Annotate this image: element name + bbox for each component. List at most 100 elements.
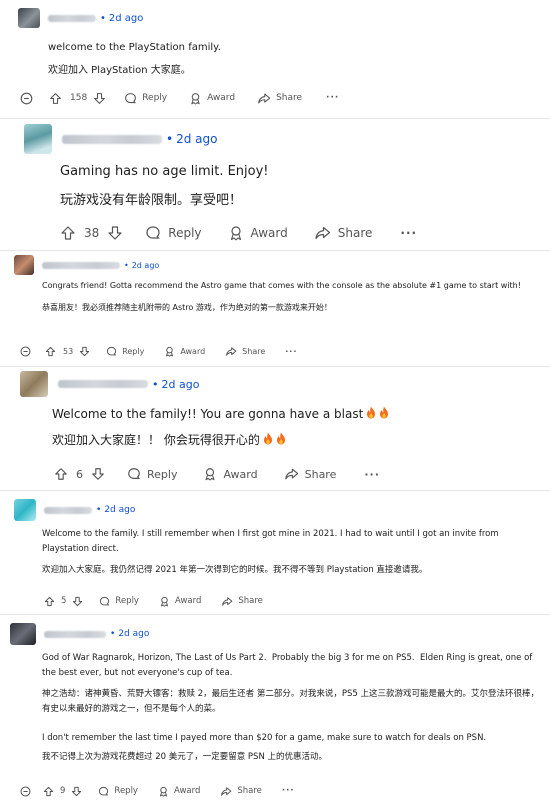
- upvote-button[interactable]: [49, 92, 62, 105]
- award-label: Award: [250, 226, 288, 240]
- comment-text: 神之浩劫：诸神黄昏、荒野大镖客：救赎 2，最后生还者 第二部分。对我来说，PS5…: [42, 689, 539, 714]
- avatar[interactable]: [24, 124, 52, 154]
- more-options-button[interactable]: ···: [282, 786, 295, 796]
- username[interactable]: [58, 380, 148, 388]
- share-icon: [284, 468, 298, 480]
- reply-button[interactable]: Reply: [99, 596, 139, 607]
- downvote-icon: [108, 226, 122, 240]
- fire-emoji-icon: [380, 406, 389, 419]
- award-icon: [159, 786, 168, 797]
- avatar[interactable]: [14, 499, 36, 521]
- comment-text: Welcome to the family. I still remember …: [42, 529, 502, 554]
- reply-label: Reply: [122, 346, 145, 356]
- share-icon: [222, 596, 233, 606]
- collapse-button[interactable]: [20, 346, 31, 357]
- reply-label: Reply: [142, 93, 168, 103]
- collapse-button[interactable]: [20, 786, 31, 797]
- award-button[interactable]: Award: [189, 92, 235, 105]
- upvote-button[interactable]: [44, 596, 55, 607]
- avatar[interactable]: [20, 371, 48, 397]
- comment-text: Welcome to the family!! You are gonna ha…: [52, 407, 364, 421]
- vote-count: 9: [60, 786, 66, 796]
- award-label: Award: [223, 467, 258, 481]
- share-button[interactable]: Share: [314, 225, 372, 241]
- reply-button[interactable]: Reply: [106, 346, 144, 357]
- award-button[interactable]: Award: [158, 786, 200, 797]
- comment: • 2d ago welcome to the PlayStation famil…: [0, 0, 550, 118]
- share-button[interactable]: Share: [221, 596, 263, 607]
- share-icon: [221, 786, 232, 796]
- reply-label: Reply: [168, 226, 202, 240]
- share-button[interactable]: Share: [220, 786, 262, 797]
- upvote-button[interactable]: [54, 467, 68, 481]
- more-options-button[interactable]: ···: [400, 226, 417, 240]
- reply-button[interactable]: Reply: [98, 786, 138, 797]
- fire-emoji-icon: [263, 432, 272, 445]
- avatar[interactable]: [18, 8, 40, 28]
- award-button[interactable]: Award: [164, 346, 205, 357]
- downvote-icon: [94, 92, 106, 104]
- award-icon: [191, 92, 200, 105]
- comment: • 2d ago Welcome to the family!! You are …: [0, 366, 550, 490]
- downvote-button[interactable]: [79, 346, 90, 357]
- comment-actions: 158 Reply Award Share ···: [20, 88, 339, 108]
- reply-button[interactable]: Reply: [127, 467, 177, 481]
- more-options-button[interactable]: ···: [326, 93, 339, 103]
- upvote-button[interactable]: [43, 786, 54, 797]
- share-icon: [258, 93, 271, 103]
- downvote-button[interactable]: [71, 786, 82, 797]
- comment-header: • 2d ago: [24, 123, 217, 155]
- more-options-button[interactable]: ···: [285, 347, 297, 356]
- downvote-icon: [80, 346, 90, 356]
- comment-bubble-icon: [125, 92, 137, 103]
- downvote-button[interactable]: [107, 225, 123, 241]
- upvote-button[interactable]: [45, 346, 56, 357]
- comment-text: I don't remember the last time I payed m…: [42, 733, 487, 743]
- comment-text: God of War Ragnarok, Horizon, The Last o…: [42, 653, 535, 678]
- upvote-icon: [50, 92, 61, 104]
- award-label: Award: [174, 596, 202, 606]
- upvote-button[interactable]: [60, 225, 76, 241]
- downvote-icon: [92, 468, 104, 480]
- upvote-icon: [55, 468, 67, 480]
- award-icon: [160, 596, 169, 607]
- reply-button[interactable]: Reply: [145, 225, 202, 241]
- share-button[interactable]: Share: [284, 467, 336, 481]
- vote-count: 38: [84, 226, 100, 240]
- share-button[interactable]: Share: [225, 346, 265, 357]
- downvote-icon: [72, 786, 82, 796]
- award-label: Award: [207, 93, 236, 103]
- share-label: Share: [237, 786, 262, 796]
- award-button[interactable]: Award: [159, 596, 201, 607]
- collapse-button[interactable]: [20, 92, 33, 105]
- more-options-button[interactable]: ···: [364, 468, 380, 481]
- comment-header: • 2d ago: [18, 8, 143, 28]
- comment: • 2d ago God of War Ragnarok, Horizon, Th…: [0, 614, 550, 801]
- downvote-button[interactable]: [72, 596, 83, 607]
- downvote-button[interactable]: [91, 467, 105, 481]
- comment-actions: 53 Reply Award Share ···: [20, 343, 297, 359]
- timestamp: 2d ago: [176, 132, 218, 146]
- vote-count: 6: [76, 467, 83, 481]
- award-button[interactable]: Award: [203, 467, 258, 481]
- username[interactable]: [62, 134, 162, 144]
- comment-body: Welcome to the family!! You are gonna ha…: [52, 401, 532, 453]
- comment: • 2d ago Gaming has no age limit. Enjoy! …: [0, 118, 550, 250]
- downvote-button[interactable]: [93, 92, 106, 105]
- award-button[interactable]: Award: [228, 225, 288, 241]
- username[interactable]: [44, 506, 92, 514]
- username[interactable]: [48, 14, 96, 22]
- vote-count: 5: [61, 596, 67, 606]
- timestamp: 2d ago: [131, 260, 160, 270]
- reply-button[interactable]: Reply: [124, 92, 167, 105]
- share-button[interactable]: Share: [257, 92, 302, 105]
- username[interactable]: [44, 630, 106, 638]
- comment-bubble-icon: [99, 786, 109, 795]
- avatar[interactable]: [14, 255, 34, 275]
- award-label: Award: [173, 786, 201, 796]
- comment-text: 欢迎加入 PlayStation 大家庭。: [48, 65, 191, 76]
- timestamp: 2d ago: [108, 12, 144, 24]
- comment-header: • 2d ago: [14, 255, 159, 275]
- avatar[interactable]: [10, 623, 36, 645]
- username[interactable]: [42, 261, 120, 269]
